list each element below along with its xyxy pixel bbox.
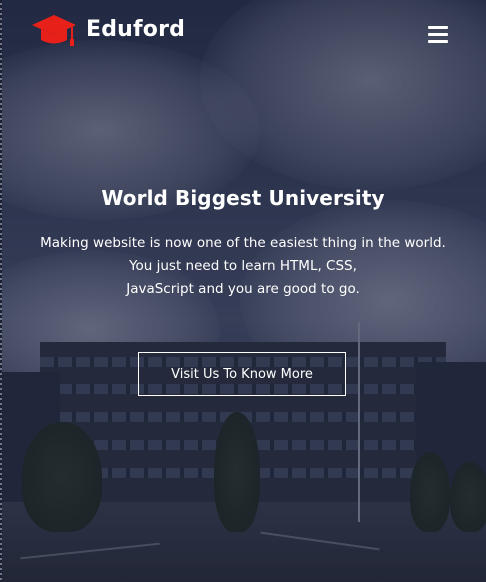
hero-description-line: You just need to learn HTML, CSS,	[129, 258, 357, 274]
hero-description-line: Making website is now one of the easiest…	[40, 235, 446, 251]
graduation-cap-icon	[32, 15, 76, 46]
brand-logo[interactable]: Eduford	[30, 12, 185, 52]
hero-section: Eduford World Biggest University Making …	[0, 0, 486, 582]
brand-name: Eduford	[86, 16, 186, 42]
hero-title: World Biggest University	[101, 186, 385, 210]
hero-description: Making website is now one of the easiest…	[13, 232, 473, 301]
hero-content: World Biggest University Making website …	[0, 186, 486, 301]
hero-description-line: JavaScript and you are good to go.	[126, 281, 360, 297]
hamburger-menu-icon[interactable]	[428, 26, 448, 43]
navbar: Eduford	[0, 0, 486, 60]
visit-us-button[interactable]: Visit Us To Know More	[138, 352, 346, 396]
